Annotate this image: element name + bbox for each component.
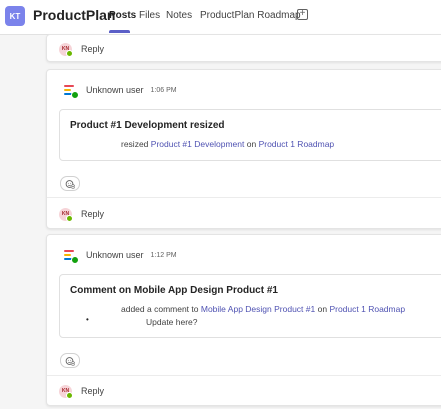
avatar: KN bbox=[59, 42, 73, 57]
divider bbox=[47, 375, 441, 376]
reply-row[interactable]: KN Reply bbox=[59, 40, 104, 58]
message-card: Unknown user 1:06 PM Product #1 Developm… bbox=[46, 69, 441, 229]
tab-notes[interactable]: Notes bbox=[166, 10, 192, 21]
presence-available-icon bbox=[71, 256, 79, 264]
avatar: KN bbox=[59, 207, 73, 222]
body-action: resized bbox=[121, 139, 149, 149]
body-on: on bbox=[246, 139, 257, 149]
message-card-previous: KN Reply bbox=[46, 34, 441, 62]
timestamp: 1:12 PM bbox=[150, 251, 177, 259]
message-content-card: Product #1 Development resized resized P… bbox=[59, 109, 441, 161]
reply-row[interactable]: KN Reply bbox=[59, 205, 104, 223]
card-title: Comment on Mobile App Design Product #1 bbox=[70, 285, 278, 296]
card-title: Product #1 Development resized bbox=[70, 120, 225, 131]
body-action: added a comment to bbox=[121, 304, 199, 314]
plus-square-icon[interactable]: + bbox=[297, 9, 308, 20]
app-bot-icon bbox=[63, 83, 79, 99]
roadmap-link[interactable]: Product 1 Roadmap bbox=[329, 304, 405, 314]
message-content-card: Comment on Mobile App Design Product #1 … bbox=[59, 274, 441, 338]
user-name[interactable]: Unknown user bbox=[86, 250, 144, 260]
message-header: Unknown user 1:12 PM bbox=[63, 245, 177, 265]
card-body: added a comment to Mobile App Design Pro… bbox=[121, 304, 405, 314]
add-reaction-icon[interactable] bbox=[60, 353, 80, 368]
reply-row[interactable]: KN Reply bbox=[59, 382, 104, 400]
reply-button[interactable]: Reply bbox=[81, 386, 104, 396]
reply-button[interactable]: Reply bbox=[81, 209, 104, 219]
reply-button[interactable]: Reply bbox=[81, 44, 104, 54]
bullet-dot: • bbox=[86, 315, 89, 324]
message-card: Unknown user 1:12 PM Comment on Mobile A… bbox=[46, 234, 441, 406]
avatar: KN bbox=[59, 384, 73, 399]
comment-text: Update here? bbox=[146, 317, 198, 327]
team-avatar[interactable]: KT bbox=[5, 6, 25, 26]
roadmap-link[interactable]: Product 1 Roadmap bbox=[259, 139, 335, 149]
tab-files[interactable]: Files bbox=[139, 10, 160, 21]
presence-available-icon bbox=[66, 391, 73, 399]
add-reaction-icon[interactable] bbox=[60, 176, 80, 191]
tab-posts[interactable]: Posts bbox=[109, 10, 136, 21]
timestamp: 1:06 PM bbox=[150, 86, 177, 94]
item-link[interactable]: Mobile App Design Product #1 bbox=[201, 304, 315, 314]
tab-productplan-roadmap[interactable]: ProductPlan Roadmap bbox=[200, 10, 301, 21]
presence-available-icon bbox=[66, 214, 73, 222]
divider bbox=[47, 197, 441, 198]
item-link[interactable]: Product #1 Development bbox=[151, 139, 245, 149]
card-body: resized Product #1 Development on Produc… bbox=[121, 139, 334, 149]
channel-title: ProductPlan bbox=[33, 7, 116, 23]
message-header: Unknown user 1:06 PM bbox=[63, 80, 177, 100]
app-bot-icon bbox=[63, 248, 79, 264]
active-tab-indicator bbox=[109, 30, 130, 33]
presence-available-icon bbox=[71, 91, 79, 99]
user-name[interactable]: Unknown user bbox=[86, 85, 144, 95]
presence-available-icon bbox=[66, 49, 73, 57]
channel-header: KT ProductPlan Posts Files Notes Product… bbox=[0, 0, 441, 35]
body-on: on bbox=[317, 304, 328, 314]
